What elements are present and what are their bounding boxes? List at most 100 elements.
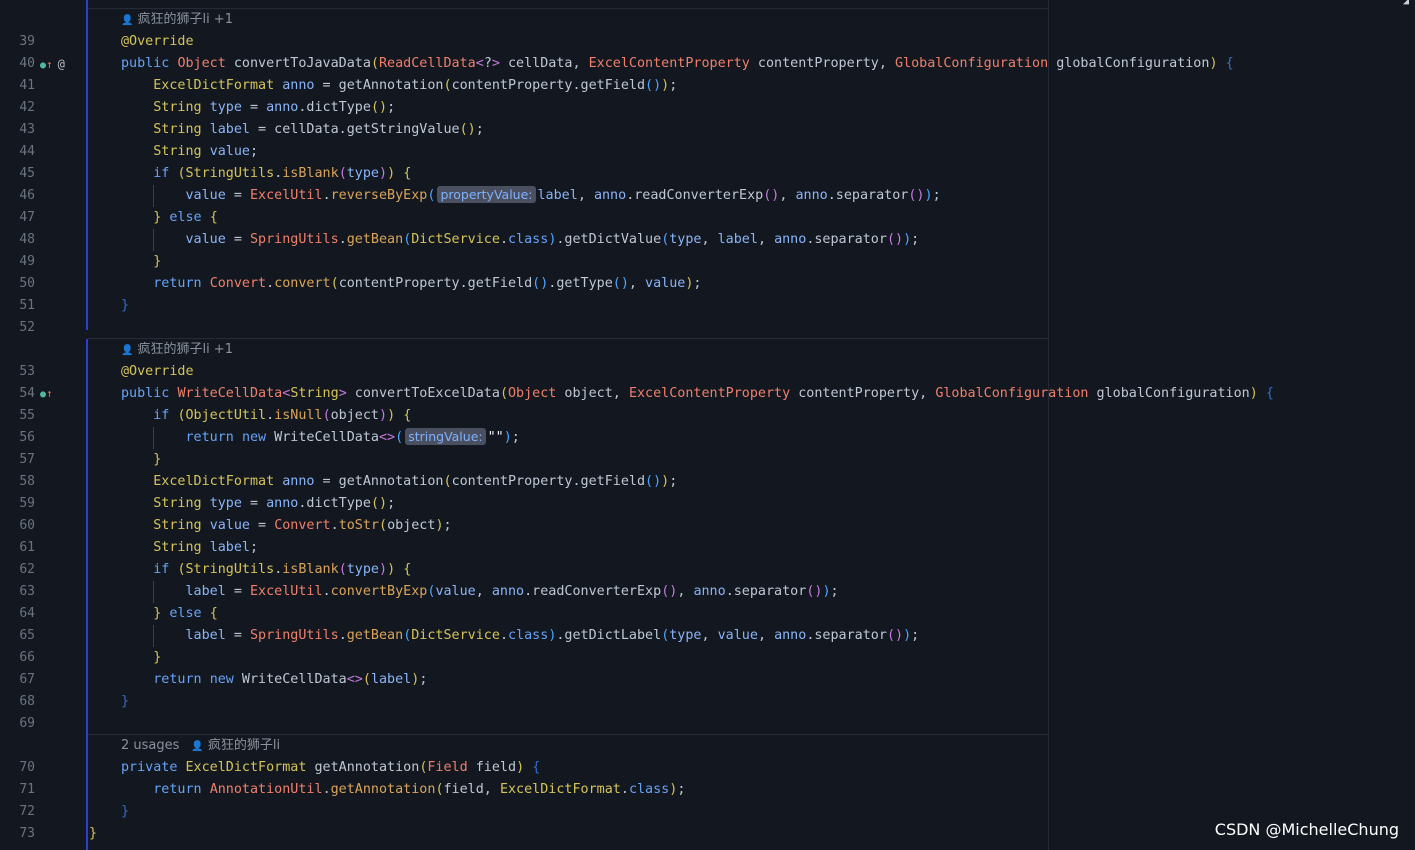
line-number: 61 <box>19 540 35 555</box>
line-number: 38 <box>0 0 35 8</box>
code-line[interactable]: 45 if (StringUtils.isBlank(type)) { <box>0 163 1415 185</box>
code-text: label = ExcelUtil.convertByExp(value, an… <box>185 584 839 599</box>
code-line[interactable]: 69 <box>0 713 1415 735</box>
code-line[interactable]: 40 ●↑ @ public Object convertToJavaData(Rea… <box>0 53 1415 75</box>
code-line[interactable]: 61 String label; <box>0 537 1415 559</box>
usages-author-hint[interactable]: 2 usages 👤 疯狂的狮子li <box>121 735 280 757</box>
code-text: ExcelDictFormat anno = getAnnotation(con… <box>153 78 678 93</box>
author-hint[interactable]: 👤 疯狂的狮子li +1 <box>121 9 233 31</box>
line-number: 51 <box>19 298 35 313</box>
code-text: String value = Convert.toStr(object); <box>153 518 452 533</box>
inlay-hint: propertyValue: <box>437 186 536 203</box>
code-line[interactable]: 48 value = SpringUtils.getBean(DictServi… <box>0 229 1415 251</box>
code-line[interactable]: 52 <box>0 317 1415 339</box>
line-number: 39 <box>19 34 35 49</box>
code-text: } <box>89 826 98 841</box>
line-number: 48 <box>19 232 35 247</box>
line-number: 53 <box>19 364 35 379</box>
line-number: 41 <box>19 78 35 93</box>
user-icon: 👤 <box>191 741 204 752</box>
code-line[interactable]: 57 } <box>0 449 1415 471</box>
line-number: 62 <box>19 562 35 577</box>
up-arrow-icon[interactable]: ↑ <box>46 387 53 400</box>
code-line[interactable]: 50 return Convert.convert(contentPropert… <box>0 273 1415 295</box>
line-number: 67 <box>19 672 35 687</box>
code-line[interactable]: 70 private ExcelDictFormat getAnnotation(… <box>0 757 1415 779</box>
code-line[interactable]: 59 String type = anno.dictType(); <box>0 493 1415 515</box>
line-number: 66 <box>19 650 35 665</box>
watermark: CSDN @MichelleChung <box>1214 820 1399 839</box>
code-text: @Override <box>121 364 194 379</box>
code-line[interactable]: 47 } else { <box>0 207 1415 229</box>
code-line[interactable]: 58 ExcelDictFormat anno = getAnnotation(… <box>0 471 1415 493</box>
code-line[interactable]: 68} <box>0 691 1415 713</box>
code-line[interactable]: 71 return AnnotationUtil.getAnnotation(f… <box>0 779 1415 801</box>
author-hint[interactable]: 👤 疯狂的狮子li +1 <box>121 339 233 361</box>
code-line[interactable]: 60 String value = Convert.toStr(object); <box>0 515 1415 537</box>
code-line[interactable]: 64 } else { <box>0 603 1415 625</box>
line-number: 40 <box>19 56 35 71</box>
line-number: 50 <box>19 276 35 291</box>
code-text: if (StringUtils.isBlank(type)) { <box>153 166 412 181</box>
code-text: if (StringUtils.isBlank(type)) { <box>153 562 412 577</box>
code-text: } <box>153 452 162 467</box>
code-line[interactable]: 63 label = ExcelUtil.convertByExp(value,… <box>0 581 1415 603</box>
code-line[interactable]: 73} <box>0 823 1415 845</box>
annotation-icon[interactable]: @ <box>58 57 65 71</box>
code-line[interactable]: 44 String value; <box>0 141 1415 163</box>
code-line[interactable]: 54 ●↑ public WriteCellData<String> convert… <box>0 383 1415 405</box>
line-number: 71 <box>19 782 35 797</box>
gutter-icons[interactable]: ●↑ @ <box>40 53 65 75</box>
user-icon: 👤 <box>121 345 134 356</box>
code-line[interactable]: 43 String label = cellData.getStringValu… <box>0 119 1415 141</box>
code-text: } else { <box>153 210 218 225</box>
inlay-hint: stringValue: <box>405 428 486 445</box>
code-line[interactable]: 66 } <box>0 647 1415 669</box>
code-line[interactable]: 38 <box>0 0 1415 8</box>
up-arrow-icon[interactable]: ↑ <box>46 58 53 71</box>
line-number: 70 <box>19 760 35 775</box>
line-number: 44 <box>19 144 35 159</box>
code-text: value = SpringUtils.getBean(DictService.… <box>185 232 920 247</box>
code-editor[interactable]: 38 👤疯狂的狮子li +1 39 @Override 40 ●↑ @ public O… <box>0 0 1415 850</box>
code-text: label = SpringUtils.getBean(DictService.… <box>185 628 920 643</box>
code-text: private ExcelDictFormat getAnnotation(Fi… <box>121 760 541 775</box>
code-text: ExcelDictFormat anno = getAnnotation(con… <box>153 474 678 489</box>
line-number: 54 <box>19 386 35 401</box>
code-line[interactable]: 56 return new WriteCellData<>(stringValu… <box>0 427 1415 449</box>
line-number: 52 <box>19 320 35 335</box>
code-text: if (ObjectUtil.isNull(object)) { <box>153 408 412 423</box>
code-text: return AnnotationUtil.getAnnotation(fiel… <box>153 782 686 797</box>
gutter-icons[interactable]: ●↑ <box>40 383 53 405</box>
usages-count[interactable]: 2 usages <box>121 738 179 753</box>
line-number: 58 <box>19 474 35 489</box>
code-line[interactable]: 49 } <box>0 251 1415 273</box>
code-line[interactable]: 72} <box>0 801 1415 823</box>
line-number: 55 <box>19 408 35 423</box>
line-number: 65 <box>19 628 35 643</box>
code-line[interactable]: 53 @Override <box>0 361 1415 383</box>
code-text: public Object convertToJavaData(ReadCell… <box>121 56 1234 71</box>
line-number: 73 <box>19 826 35 841</box>
line-number: 49 <box>19 254 35 269</box>
line-number: 72 <box>19 804 35 819</box>
code-line[interactable]: 39 @Override <box>0 31 1415 53</box>
line-number: 42 <box>19 100 35 115</box>
code-line[interactable]: 41 ExcelDictFormat anno = getAnnotation(… <box>0 75 1415 97</box>
code-line[interactable]: 65 label = SpringUtils.getBean(DictServi… <box>0 625 1415 647</box>
line-number: 68 <box>19 694 35 709</box>
line-number: 69 <box>19 716 35 731</box>
line-number: 56 <box>19 430 35 445</box>
code-text: @Override <box>121 34 194 49</box>
code-line[interactable]: 55 if (ObjectUtil.isNull(object)) { <box>0 405 1415 427</box>
code-line[interactable]: 46 value = ExcelUtil.reverseByExp(proper… <box>0 185 1415 207</box>
code-line[interactable]: 62 if (StringUtils.isBlank(type)) { <box>0 559 1415 581</box>
line-number: 57 <box>19 452 35 467</box>
code-text: String type = anno.dictType(); <box>153 100 396 115</box>
line-number: 47 <box>19 210 35 225</box>
code-text: } <box>121 694 130 709</box>
code-line[interactable]: 51} <box>0 295 1415 317</box>
code-line[interactable]: 42 String type = anno.dictType(); <box>0 97 1415 119</box>
code-text: public WriteCellData<String> convertToEx… <box>121 386 1274 401</box>
code-line[interactable]: 67 return new WriteCellData<>(label); <box>0 669 1415 691</box>
